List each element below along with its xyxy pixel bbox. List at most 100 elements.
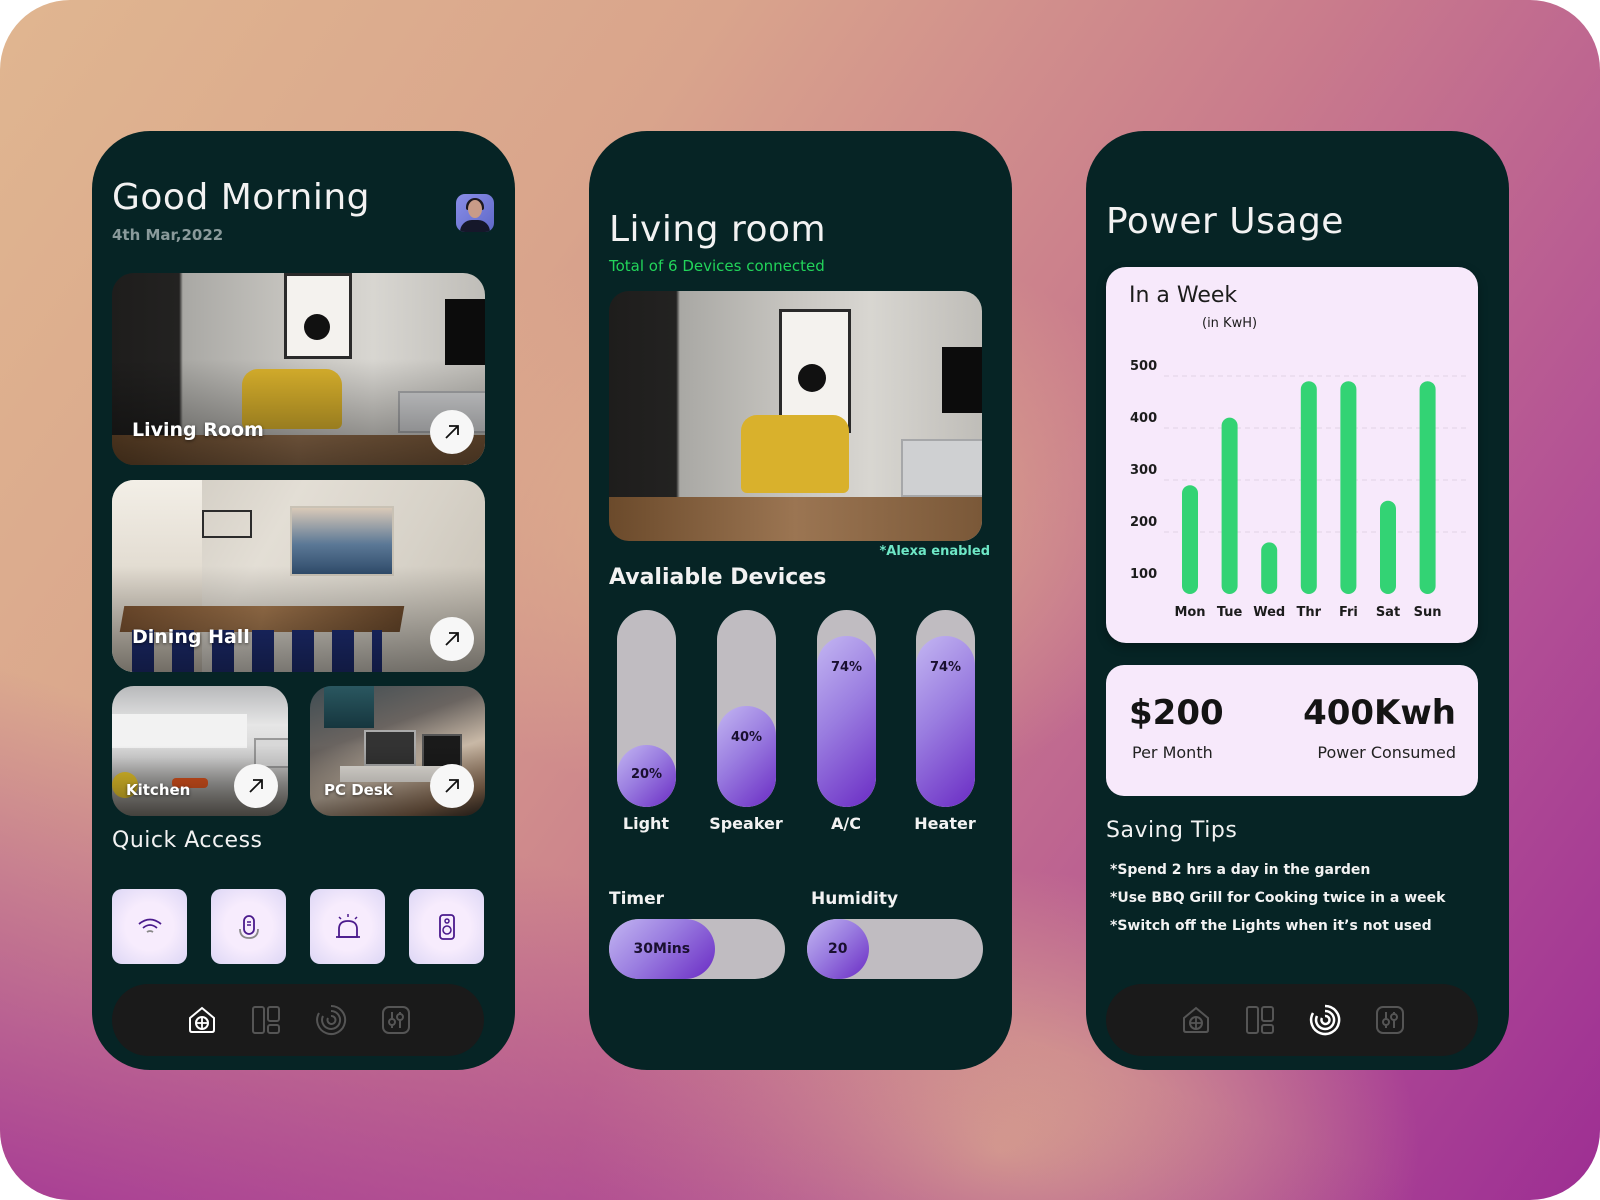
humidity-label: Humidity — [811, 889, 899, 909]
open-room-button[interactable] — [234, 764, 278, 808]
device-percent-label: 74% — [830, 660, 863, 676]
room-card-living-room[interactable]: Living Room — [112, 273, 485, 465]
room-label: Kitchen — [126, 781, 191, 799]
weekly-usage-chart: 100 200 300 400 500 Mon Tue Wed Thr Fri Sat Sun — [1130, 359, 1466, 620]
dashboard-icon — [1246, 1006, 1274, 1034]
quick-access-title: Quick Access — [112, 828, 263, 853]
y-tick-label: 300 — [1130, 463, 1157, 478]
room-card-kitchen[interactable]: Kitchen — [112, 686, 288, 816]
smart-speaker-icon — [238, 914, 259, 939]
timer-slider-fill[interactable]: 30Mins — [609, 919, 715, 979]
x-tick-label: Wed — [1253, 605, 1285, 620]
device-slider-speaker[interactable]: 40% — [717, 610, 776, 807]
alexa-note: *Alexa enabled — [879, 544, 990, 559]
device-slider-ac[interactable]: 74% — [817, 610, 876, 807]
living-room-screen: Living room Total of 6 Devices connected… — [589, 131, 1012, 1070]
nav-home-button[interactable] — [186, 1004, 218, 1036]
y-tick-label: 500 — [1130, 359, 1157, 374]
nav-dashboard-button[interactable] — [1244, 1004, 1276, 1036]
power-consumed-caption: Power Consumed — [1317, 743, 1456, 762]
x-tick-label: Mon — [1174, 605, 1205, 620]
settings-sliders-icon — [382, 1006, 410, 1034]
arrow-up-right-icon — [249, 779, 263, 793]
speaker-icon — [438, 913, 455, 940]
date-label: 4th Mar,2022 — [112, 226, 224, 244]
quick-access-smart-speaker-button[interactable] — [211, 889, 286, 964]
nav-usage-button[interactable] — [315, 1004, 347, 1036]
arrow-up-right-icon — [445, 632, 459, 646]
saving-tip: *Spend 2 hrs a day in the garden — [1110, 862, 1371, 878]
bar-fri[interactable] — [1340, 381, 1357, 594]
avatar[interactable] — [456, 194, 494, 232]
device-label: A/C — [831, 814, 861, 833]
usage-icon — [1309, 1004, 1341, 1036]
device-percent-label: 20% — [630, 767, 663, 782]
usage-stats-card: $200 Per Month 400Kwh Power Consumed — [1106, 665, 1478, 796]
nav-home-button[interactable] — [1180, 1004, 1212, 1036]
room-label: PC Desk — [324, 781, 393, 799]
open-room-button[interactable] — [430, 410, 474, 454]
bar-sat[interactable] — [1380, 500, 1396, 594]
home-icon — [189, 1006, 215, 1033]
devices-connected-label: Total of 6 Devices connected — [609, 257, 825, 275]
room-label: Living Room — [132, 419, 264, 441]
open-room-button[interactable] — [430, 764, 474, 808]
humidity-slider[interactable]: 20 — [807, 919, 983, 979]
device-percent-label: 74% — [929, 660, 962, 676]
bar-wed[interactable] — [1261, 542, 1278, 594]
power-usage-screen: Power Usage In a Week (in KwH) 100 200 300… — [1086, 131, 1509, 1070]
usage-icon — [316, 1004, 347, 1035]
settings-sliders-icon — [1376, 1006, 1404, 1034]
home-icon — [1183, 1006, 1209, 1033]
bar-thr[interactable] — [1300, 381, 1317, 594]
monthly-cost-value: $200 — [1129, 693, 1224, 733]
bar-sun[interactable] — [1419, 381, 1436, 594]
wifi-icon — [137, 918, 162, 933]
device-label: Speaker — [709, 814, 783, 833]
room-card-pc-desk[interactable]: PC Desk — [310, 686, 485, 816]
greeting-title: Good Morning — [112, 177, 370, 218]
arrow-up-right-icon — [445, 779, 459, 793]
open-room-button[interactable] — [430, 617, 474, 661]
room-label: Dining Hall — [132, 626, 250, 648]
weekly-chart-card: In a Week (in KwH) 100 200 300 400 500 Mon Tue… — [1106, 267, 1478, 643]
saving-tips-title: Saving Tips — [1106, 818, 1238, 843]
device-percent-label: 40% — [730, 730, 763, 746]
nav-settings-button[interactable] — [380, 1004, 412, 1036]
dashboard-icon — [252, 1006, 280, 1034]
quick-access-wifi-button[interactable] — [112, 889, 187, 964]
power-usage-title: Power Usage — [1106, 201, 1344, 242]
nav-dashboard-button[interactable] — [250, 1004, 282, 1036]
device-label: Light — [622, 814, 670, 833]
nav-settings-button[interactable] — [1374, 1004, 1406, 1036]
timer-slider[interactable]: 30Mins — [609, 919, 785, 979]
room-photo — [609, 291, 982, 541]
power-consumed-value: 400Kwh — [1303, 693, 1456, 733]
arrow-up-right-icon — [445, 425, 459, 439]
saving-tip: *Use BBQ Grill for Cooking twice in a we… — [1110, 890, 1446, 906]
humidity-slider-fill[interactable]: 20 — [807, 919, 869, 979]
device-slider-light[interactable]: 20% — [617, 610, 676, 807]
device-slider-heater[interactable]: 74% — [916, 610, 975, 807]
quick-access-speaker-button[interactable] — [409, 889, 484, 964]
bottom-nav — [1106, 984, 1478, 1056]
bar-mon[interactable] — [1182, 485, 1198, 594]
device-label: Heater — [914, 814, 976, 833]
available-devices-title: Avaliable Devices — [609, 565, 827, 590]
room-card-dining-hall[interactable]: Dining Hall — [112, 480, 485, 672]
bottom-nav — [112, 984, 484, 1056]
bar-tue[interactable] — [1221, 417, 1238, 594]
x-tick-label: Fri — [1339, 605, 1358, 620]
alarm-light-icon — [335, 913, 360, 938]
x-tick-label: Sat — [1376, 605, 1400, 620]
home-screen: Good Morning 4th Mar,2022 Living Room Di… — [92, 131, 515, 1070]
device-slider-fill[interactable] — [717, 706, 776, 807]
timer-label: Timer — [609, 889, 665, 909]
y-tick-label: 400 — [1130, 411, 1157, 426]
y-tick-label: 100 — [1130, 567, 1157, 582]
room-title: Living room — [609, 209, 827, 250]
x-tick-label: Thr — [1297, 605, 1322, 620]
quick-access-alarm-button[interactable] — [310, 889, 385, 964]
monthly-cost-caption: Per Month — [1132, 743, 1213, 762]
nav-usage-button[interactable] — [1309, 1004, 1341, 1036]
